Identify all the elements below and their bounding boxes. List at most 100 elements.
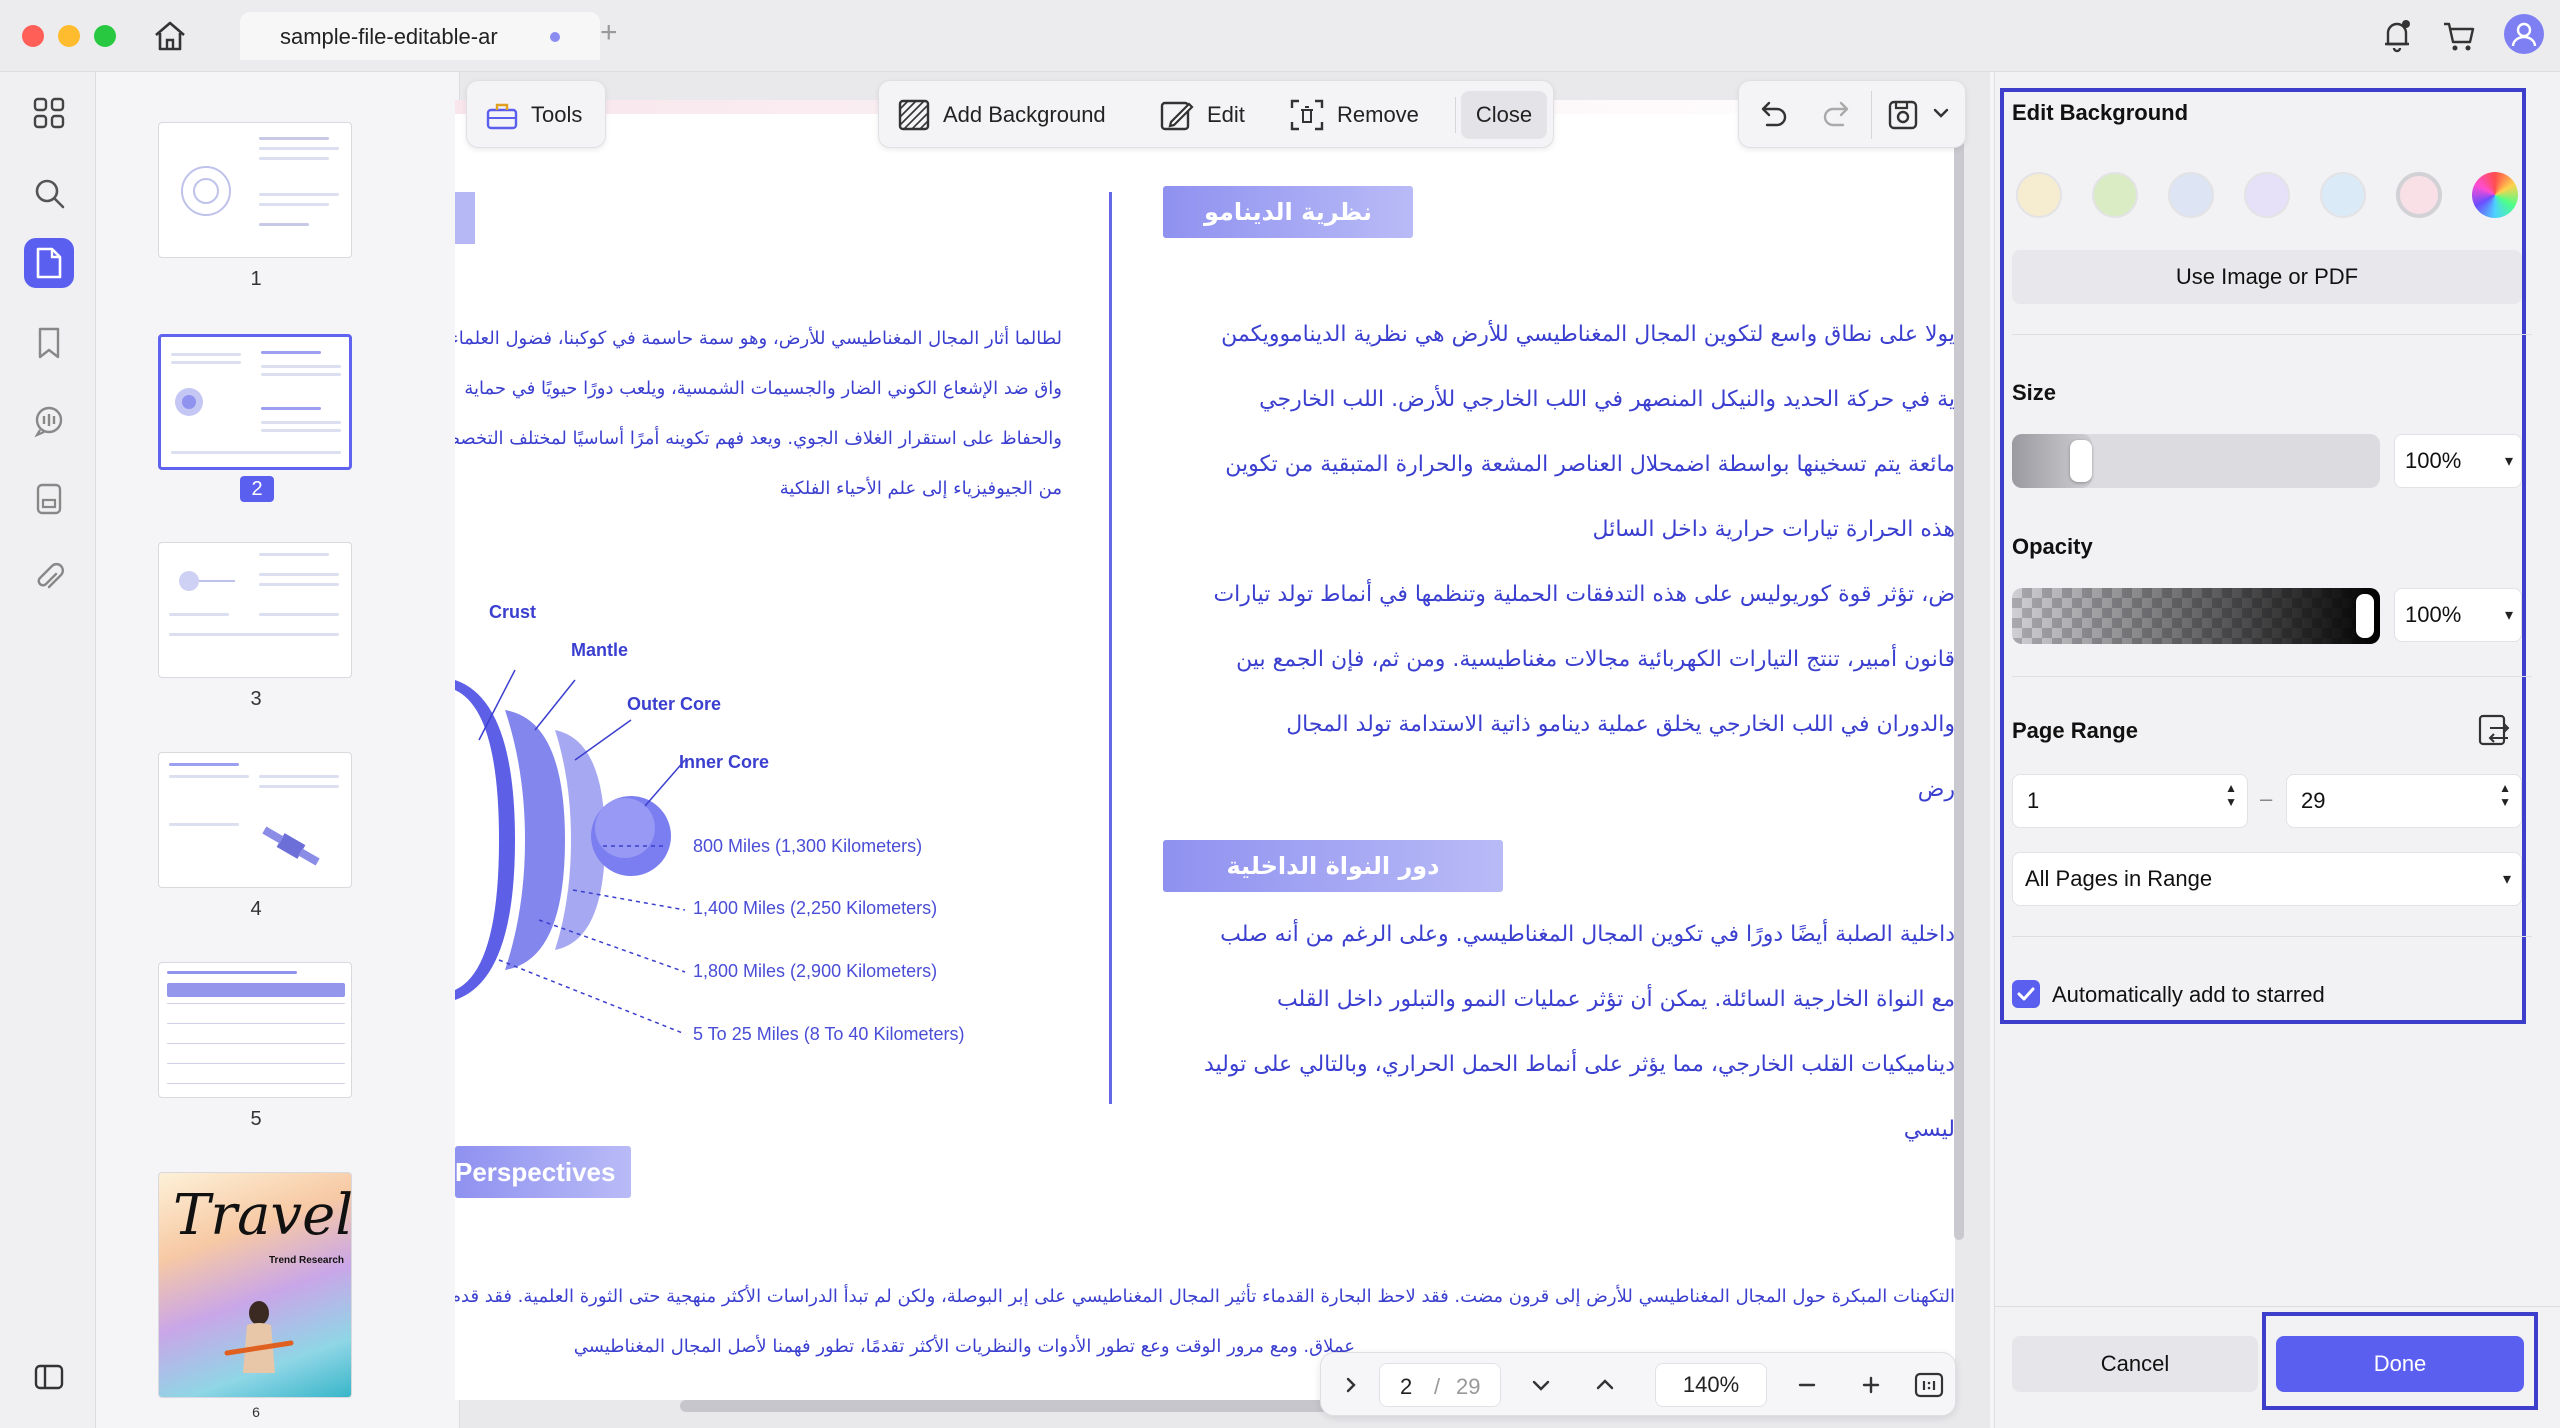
dropdown-caret-icon: ▾ [2502,871,2511,888]
thumbnail-page-2[interactable] [158,334,352,470]
opacity-select[interactable]: 100% ▾ [2394,588,2522,642]
text-line: قانون أمبير، تنتج التيارات الكهربائية مج… [1236,647,1955,672]
page-input[interactable]: 2 / 29 [1379,1363,1501,1407]
notification-icon[interactable] [2380,18,2414,59]
size-slider-track[interactable] [2012,434,2380,488]
avatar[interactable] [2504,14,2544,54]
chevron-right-icon[interactable] [1331,1353,1371,1417]
opacity-slider-thumb[interactable] [2356,594,2374,638]
previous-page-icon[interactable] [1581,1353,1629,1417]
color-swatch[interactable] [2092,172,2138,218]
cover-subtitle: Trend Research [269,1255,345,1266]
bookmark-icon[interactable] [24,318,74,368]
distance-inner-core: 800 Miles (1,300 Kilometers) [693,836,923,856]
minimize-window-button[interactable] [58,25,80,47]
size-slider-thumb[interactable] [2070,440,2092,482]
attachment-icon[interactable] [24,552,74,602]
close-background-button[interactable]: Close [1461,91,1547,139]
edit-icon [1160,101,1194,131]
zoom-input[interactable]: 140% [1655,1363,1767,1407]
edit-button[interactable]: Edit [1159,91,1245,139]
zoom-out-icon[interactable] [1783,1353,1831,1417]
range-mode-value: All Pages in Range [2025,866,2213,891]
add-background-label: Add Background [943,102,1106,127]
stamp-icon[interactable] [24,474,74,524]
vertical-scrollbar[interactable] [1954,140,1964,1240]
opacity-slider-track[interactable] [2012,588,2380,644]
add-background-button[interactable]: Add Background [897,91,1106,139]
background-toolbar: Add Background Edit Remove Close [878,80,1554,148]
panel-title: Edit Background [2012,100,2189,125]
cancel-button[interactable]: Cancel [2012,1336,2258,1392]
redo-icon[interactable] [1819,97,1855,138]
actual-size-icon[interactable] [1907,1353,1951,1417]
zoom-in-icon[interactable] [1847,1353,1895,1417]
thumbnail-page-6[interactable]: Travel Trend Research [158,1172,352,1398]
label-mantle: Mantle [571,640,629,660]
custom-color-picker[interactable] [2472,172,2518,218]
text-line: رض [1917,777,1955,802]
color-swatch-selected[interactable] [2396,172,2442,218]
text-line: عملاق. ومع مرور الوقت وعع تطور الأدوات و… [573,1336,1355,1357]
color-swatch[interactable] [2168,172,2214,218]
text-line: ية في حركة الحديد والنيكل المنصهر في الل… [1259,387,1955,412]
color-swatch[interactable] [2244,172,2290,218]
range-from-input[interactable]: 1 ▲ ▼ [2012,774,2248,828]
thumbnail-number: 4 [250,898,262,920]
stepper-icon[interactable]: ▲ ▼ [2499,781,2511,809]
remove-label: Remove [1337,102,1419,127]
pages-icon[interactable] [24,238,74,288]
text-line: ليسي [1903,1117,1955,1142]
new-tab-button[interactable]: + [600,16,618,50]
color-swatch[interactable] [2320,172,2366,218]
comment-icon[interactable] [24,396,74,446]
text-line: التكهنات المبكرة حول المجال المغناطيسي ل… [455,1286,1955,1307]
thumbnail-number-selected: 2 [240,476,274,502]
document-tab[interactable]: sample-file-editable-ar [240,12,600,60]
auto-star-checkbox[interactable] [2012,980,2040,1008]
range-dash: – [2260,786,2273,811]
sidebar-toggle-icon[interactable] [24,1352,74,1402]
range-mode-select[interactable]: All Pages in Range ▾ [2012,852,2522,906]
current-page: 2 [1400,1374,1413,1399]
cancel-label: Cancel [2100,1351,2170,1376]
text-line: داخلية الصلبة أيضًا دورًا في تكوين المجا… [1220,922,1955,947]
column-divider [1109,192,1112,1104]
close-window-button[interactable] [22,25,44,47]
color-swatch[interactable] [2016,172,2062,218]
tools-menu[interactable]: Tools [466,80,606,148]
stepper-icon[interactable]: ▲ ▼ [2225,781,2237,809]
search-icon[interactable] [24,168,74,218]
divider [2012,676,2532,677]
page-range-swap-icon[interactable] [2476,712,2512,753]
thumbnail-page-1[interactable] [158,122,352,258]
dropdown-caret-icon: ▾ [2504,607,2513,624]
distance-mantle: 1,800 Miles (2,900 Kilometers) [693,961,938,981]
undo-icon[interactable] [1755,97,1791,138]
range-to-input[interactable]: 29 ▲ ▼ [2286,774,2522,828]
thumbnail-number: 3 [250,688,262,710]
total-pages: 29 [1456,1374,1481,1399]
next-page-icon[interactable] [1517,1353,1565,1417]
divider [2012,334,2532,335]
grid-icon[interactable] [24,88,74,138]
home-icon[interactable] [152,20,188,57]
page-range-label: Page Range [2012,718,2138,743]
save-icon[interactable] [1885,97,1921,138]
dropdown-caret-icon: ▾ [2504,453,2513,470]
thumbnail-page-3[interactable] [158,542,352,678]
text-line: ديناميكيات القلب الخارجي، مما يؤثر على أ… [1204,1052,1955,1077]
distance-crust: 5 To 25 Miles (8 To 40 Kilometers) [693,1024,965,1044]
thumbnail-page-5[interactable] [158,962,352,1098]
cart-icon[interactable] [2442,20,2476,57]
horizontal-scrollbar[interactable] [680,1400,1340,1412]
thumbnail-page-4[interactable] [158,752,352,888]
size-select[interactable]: 100% ▾ [2394,434,2522,488]
remove-button[interactable]: Remove [1289,91,1419,139]
use-image-button[interactable]: Use Image or PDF [2012,250,2522,304]
chevron-down-icon[interactable] [1931,103,1951,128]
size-label: Size [2012,380,2057,405]
opacity-gradient [2012,588,2380,644]
zoom-window-button[interactable] [94,25,116,47]
done-button[interactable]: Done [2276,1336,2524,1392]
